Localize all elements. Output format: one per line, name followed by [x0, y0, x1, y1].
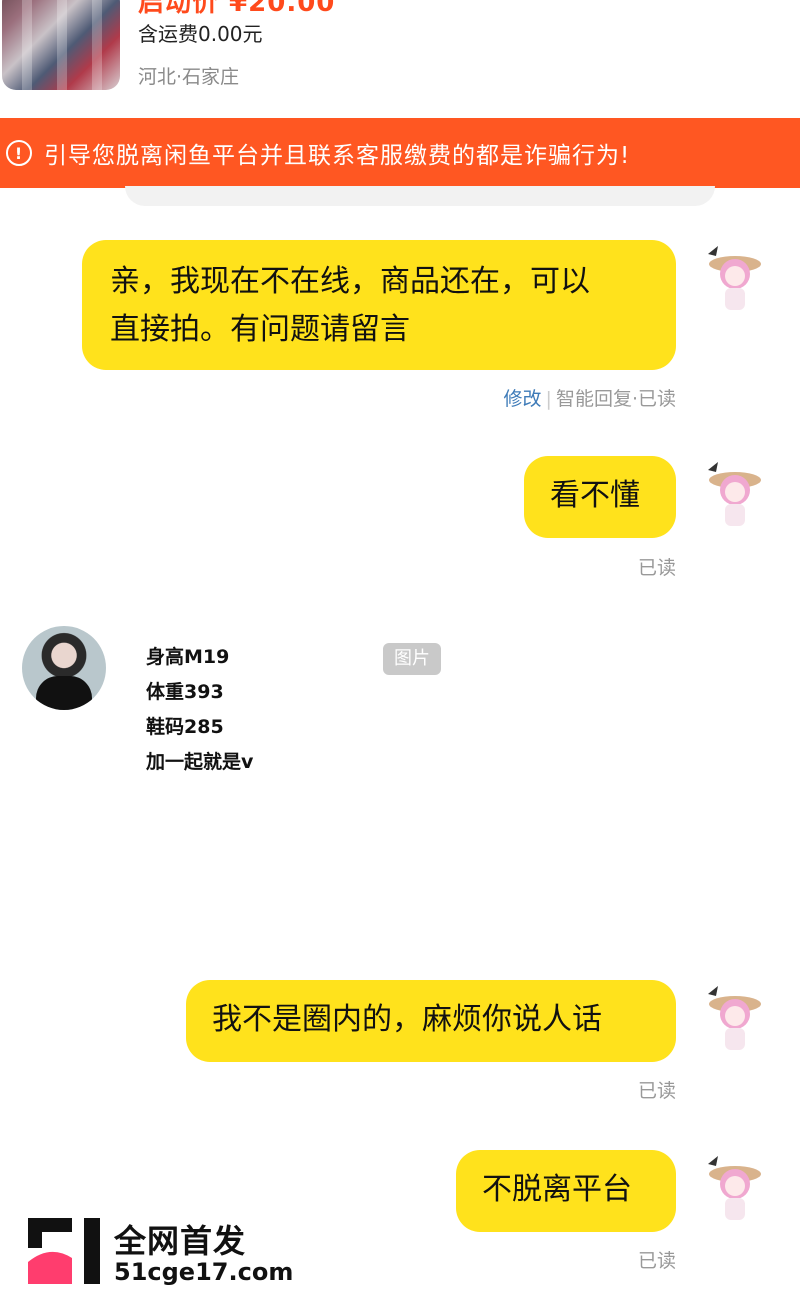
message-bubble[interactable]: 不脱离平台 [456, 1150, 676, 1232]
incoming-message[interactable]: 身高M19 体重393 鞋码285 加一起就是v [146, 640, 253, 780]
self-avatar-icon[interactable] [704, 980, 766, 1060]
watermark-logo-icon [28, 1218, 100, 1284]
collapsed-card-edge [125, 186, 715, 206]
self-avatar-icon[interactable] [704, 456, 766, 536]
watermark-title: 全网首发 [114, 1222, 247, 1260]
message-bubble-auto-reply[interactable]: 亲，我现在不在线，商品还在，可以 直接拍。有问题请留言 [82, 240, 676, 370]
watermark-site: 51cge17.com [114, 1258, 294, 1286]
message-text-line: 亲，我现在不在线，商品还在，可以 [110, 264, 590, 299]
incoming-line: 身高M19 [146, 646, 230, 668]
read-status: 智能回复·已读 [555, 388, 676, 410]
message-bubble[interactable]: 我不是圈内的，麻烦你说人话 [186, 980, 676, 1062]
product-price: 启动价 ¥20.00 [138, 0, 336, 18]
read-status: 已读 [637, 1080, 676, 1102]
image-placeholder-tag[interactable]: 图片 [383, 643, 441, 675]
warning-icon: ! [6, 140, 32, 166]
incoming-line: 鞋码285 [146, 716, 224, 738]
self-avatar-icon[interactable] [704, 1150, 766, 1230]
read-status: 已读 [637, 1250, 676, 1272]
product-card[interactable]: 启动价 ¥20.00 含运费0.00元 河北·石家庄 [0, 0, 800, 118]
message-meta: 修改 | 智能回复·已读 [503, 388, 676, 410]
self-avatar-icon[interactable] [704, 240, 766, 320]
message-text: 看不懂 [550, 478, 640, 513]
fraud-warning-banner: ! 引导您脱离闲鱼平台并且联系客服缴费的都是诈骗行为! [0, 118, 800, 188]
read-status: 已读 [637, 557, 676, 579]
product-thumbnail[interactable] [2, 0, 120, 90]
message-bubble[interactable]: 看不懂 [524, 456, 676, 538]
edit-link[interactable]: 修改 [504, 388, 542, 410]
shipping-fee: 含运费0.00元 [138, 22, 263, 46]
contact-avatar[interactable] [22, 626, 106, 710]
warning-text: 引导您脱离闲鱼平台并且联系客服缴费的都是诈骗行为! [44, 143, 631, 169]
product-location: 河北·石家庄 [138, 66, 240, 88]
message-text-line: 直接拍。有问题请留言 [110, 312, 410, 347]
incoming-line: 加一起就是v [146, 751, 254, 773]
incoming-line: 体重393 [146, 681, 224, 703]
message-text: 不脱离平台 [482, 1172, 632, 1207]
message-text: 我不是圈内的，麻烦你说人话 [212, 1002, 602, 1037]
